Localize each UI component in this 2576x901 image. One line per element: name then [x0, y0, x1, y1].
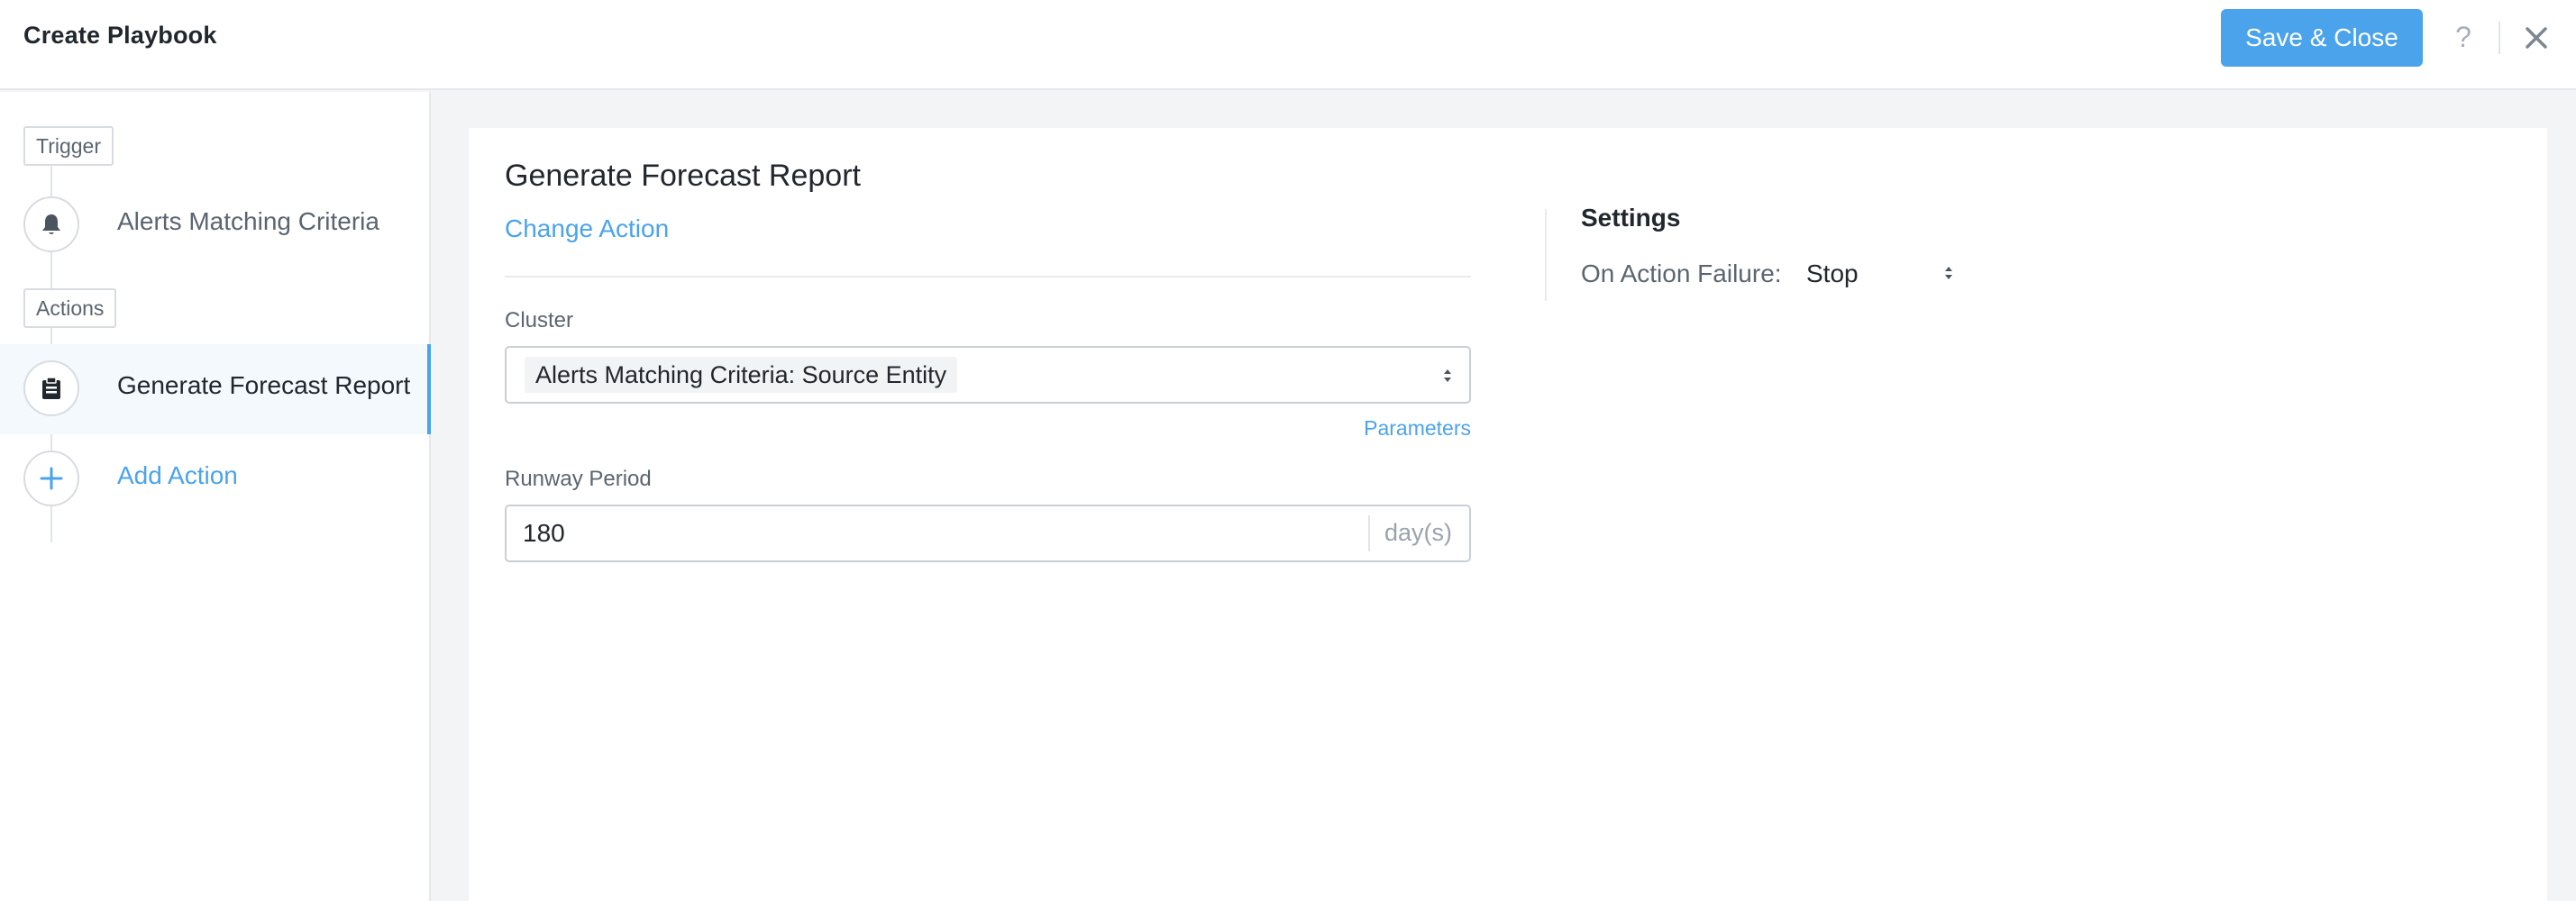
parameters-link[interactable]: Parameters [1262, 416, 1471, 441]
sort-arrows-icon [1945, 267, 1952, 279]
runway-period-field: day(s) [505, 505, 1471, 562]
failure-select-value: Stop [1806, 259, 1859, 287]
help-icon[interactable]: ? [2450, 14, 2477, 59]
action-title: Generate Forecast Report [505, 159, 861, 193]
step-alerts-matching-criteria[interactable]: Alerts Matching Criteria [0, 180, 431, 270]
add-action-label: Add Action [117, 461, 238, 489]
cluster-value-chip: Alerts Matching Criteria: Source Entity [525, 357, 958, 393]
actions-tag: Actions [23, 288, 117, 328]
plus-icon [23, 450, 79, 506]
runway-period-label: Runway Period [505, 467, 652, 491]
cluster-select[interactable]: Alerts Matching Criteria: Source Entity [505, 346, 1471, 404]
settings-title: Settings [1581, 204, 1681, 232]
on-action-failure-label: On Action Failure: [1581, 259, 1782, 287]
header-divider [2498, 22, 2500, 54]
header-bar: Create Playbook Save & Close ? [0, 0, 2576, 90]
save-and-close-button[interactable]: Save & Close [2221, 9, 2423, 67]
add-action-step[interactable]: Add Action [0, 434, 431, 524]
step-label: Generate Forecast Report [117, 371, 411, 399]
sort-arrows-icon [1444, 369, 1451, 382]
page-title: Create Playbook [23, 22, 217, 49]
action-config-panel: Generate Forecast Report Change Action C… [469, 128, 2547, 901]
step-generate-forecast-report[interactable]: Generate Forecast Report [0, 344, 431, 434]
step-label: Alerts Matching Criteria [117, 207, 379, 235]
close-icon[interactable] [2522, 22, 2551, 54]
section-divider [505, 276, 1471, 278]
change-action-link[interactable]: Change Action [505, 214, 669, 243]
runway-period-input[interactable] [523, 515, 1388, 551]
settings-divider [1545, 209, 1547, 301]
suffix-divider [1368, 515, 1370, 551]
runway-unit: day(s) [1384, 519, 1453, 546]
clipboard-icon [23, 360, 79, 416]
playbook-steps-sidebar: Trigger Alerts Matching Criteria Actions… [0, 92, 431, 901]
trigger-tag: Trigger [23, 126, 114, 166]
bell-icon [23, 196, 79, 252]
on-action-failure-select[interactable]: Stop [1806, 250, 1969, 296]
cluster-label: Cluster [505, 308, 574, 332]
